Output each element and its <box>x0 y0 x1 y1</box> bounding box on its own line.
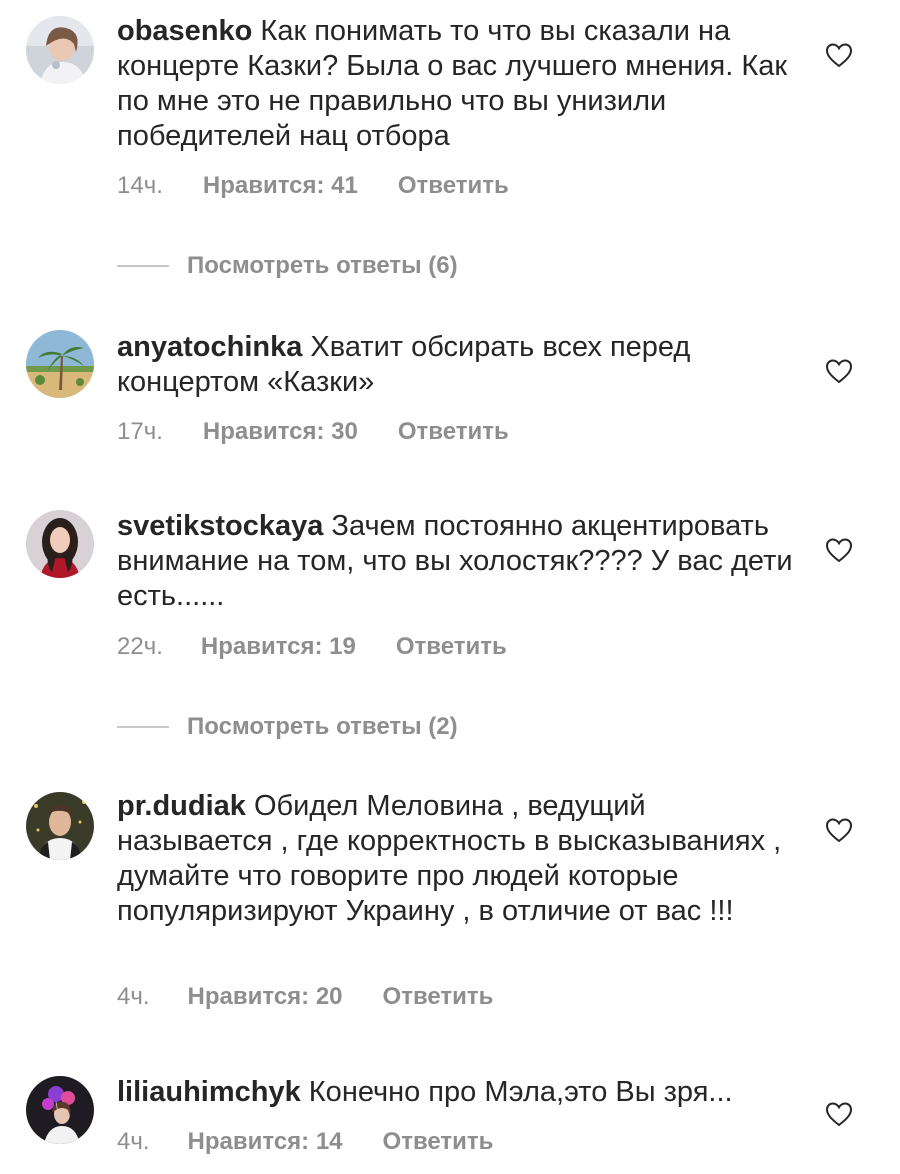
view-replies-label[interactable]: Посмотреть ответы (6) <box>187 252 458 280</box>
heart-icon[interactable] <box>824 815 854 845</box>
comment-meta: 4ч. Нравится: 20 Ответить <box>117 983 493 1011</box>
comment-username[interactable]: pr.dudiak <box>117 790 246 822</box>
comment-username[interactable]: anyatochinka <box>117 331 302 363</box>
avatar[interactable] <box>26 510 94 578</box>
reply-button[interactable]: Ответить <box>398 172 509 200</box>
comment-time: 14ч. <box>117 172 163 199</box>
comment-username[interactable]: obasenko <box>117 15 252 47</box>
comment-meta: 17ч. Нравится: 30 Ответить <box>117 418 509 446</box>
view-replies-label[interactable]: Посмотреть ответы (2) <box>187 713 458 741</box>
view-replies-button[interactable]: Посмотреть ответы (2) <box>117 713 458 741</box>
reply-button[interactable]: Ответить <box>396 633 507 661</box>
comment-meta: 4ч. Нравится: 14 Ответить <box>117 1128 493 1156</box>
heart-icon[interactable] <box>824 535 854 565</box>
comment-username[interactable]: svetikstockaya <box>117 510 323 542</box>
likes-count[interactable]: Нравится: 14 <box>188 1128 343 1156</box>
reply-button[interactable]: Ответить <box>383 983 494 1011</box>
divider-line <box>117 726 169 728</box>
comment-text: obasenko Как понимать то что вы сказали … <box>117 14 797 154</box>
view-replies-button[interactable]: Посмотреть ответы (6) <box>117 252 458 280</box>
likes-count[interactable]: Нравится: 30 <box>203 418 358 446</box>
comment-meta: 14ч. Нравится: 41 Ответить <box>117 172 509 200</box>
heart-icon[interactable] <box>824 1099 854 1129</box>
comment-time: 4ч. <box>117 1128 150 1155</box>
comment-time: 22ч. <box>117 633 163 660</box>
comment-username[interactable]: liliauhimchyk <box>117 1076 301 1108</box>
comment-text: pr.dudiak Обидел Меловина , ведущий назы… <box>117 789 797 929</box>
heart-icon[interactable] <box>824 40 854 70</box>
comment-text: liliauhimchyk Конечно про Мэла,это Вы зр… <box>117 1075 797 1110</box>
comment-time: 17ч. <box>117 418 163 445</box>
avatar[interactable] <box>26 16 94 84</box>
likes-count[interactable]: Нравится: 19 <box>201 633 356 661</box>
avatar[interactable] <box>26 792 94 860</box>
avatar[interactable] <box>26 1076 94 1144</box>
comment-text: anyatochinka Хватит обсирать всех перед … <box>117 330 797 400</box>
reply-button[interactable]: Ответить <box>398 418 509 446</box>
likes-count[interactable]: Нравится: 20 <box>188 983 343 1011</box>
divider-line <box>117 265 169 267</box>
reply-button[interactable]: Ответить <box>383 1128 494 1156</box>
comment-text: svetikstockaya Зачем постоянно акцентиро… <box>117 509 797 614</box>
avatar[interactable] <box>26 330 94 398</box>
comment-time: 4ч. <box>117 983 150 1010</box>
likes-count[interactable]: Нравится: 41 <box>203 172 358 200</box>
comment-meta: 22ч. Нравится: 19 Ответить <box>117 633 507 661</box>
comment-body: Конечно про Мэла,это Вы зря... <box>300 1076 733 1108</box>
heart-icon[interactable] <box>824 356 854 386</box>
